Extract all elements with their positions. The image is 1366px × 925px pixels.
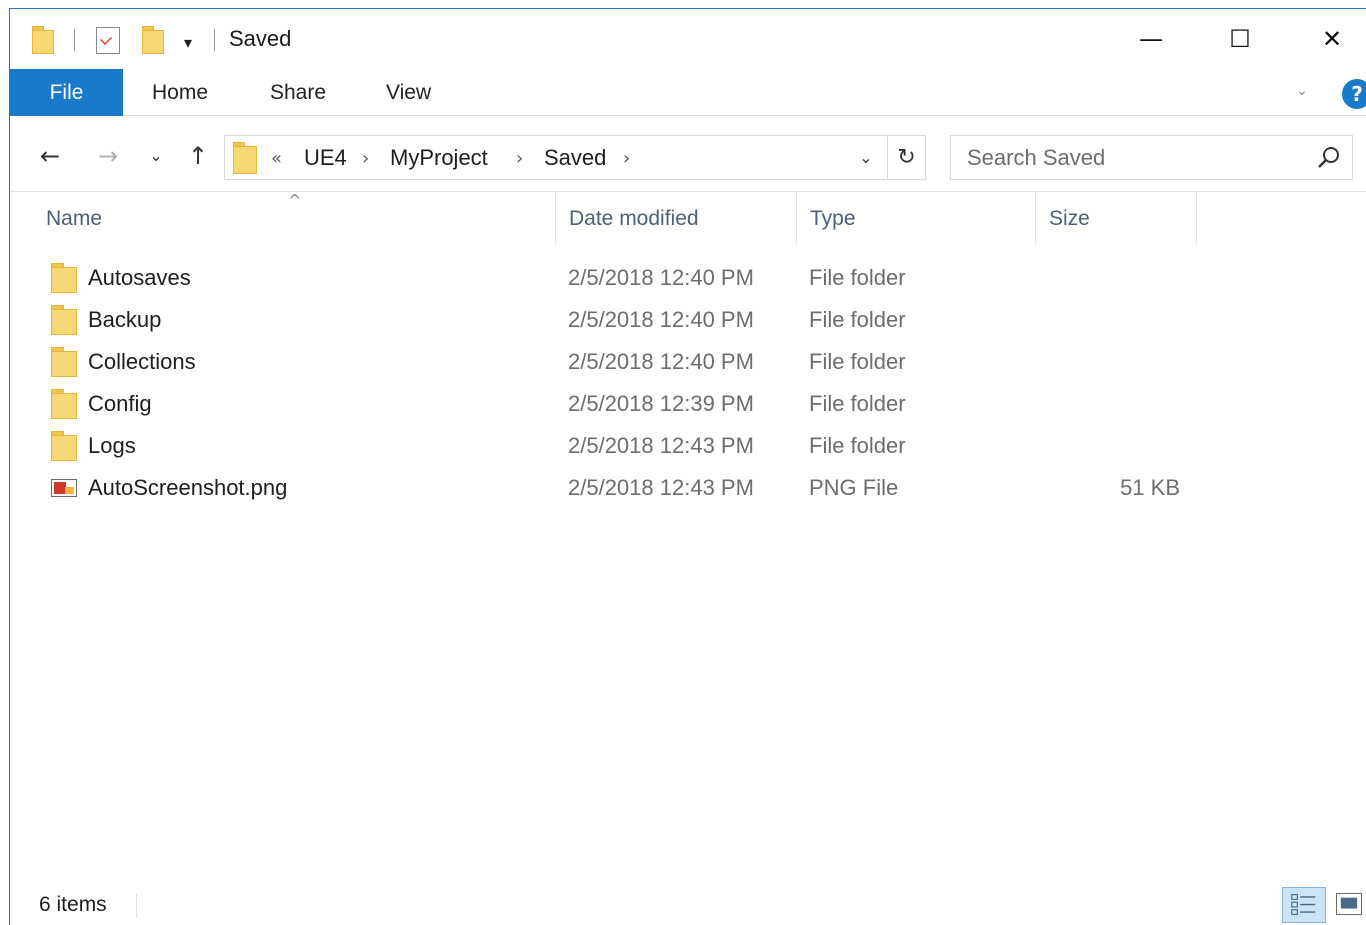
expand-ribbon-chevron-icon[interactable]: ⌄ bbox=[1292, 81, 1312, 101]
tab-share[interactable]: Share bbox=[270, 69, 326, 116]
refresh-button[interactable]: ↻ bbox=[887, 136, 925, 179]
search-input[interactable] bbox=[951, 136, 1311, 179]
file-size bbox=[1050, 383, 1180, 425]
folder-icon bbox=[51, 431, 77, 461]
tab-home[interactable]: Home bbox=[152, 69, 208, 116]
folder-icon bbox=[51, 305, 77, 335]
recent-locations-button[interactable]: ⌄ bbox=[138, 138, 174, 174]
breadcrumb-saved[interactable]: Saved bbox=[544, 144, 606, 172]
ribbon-tabs: File Home Share View ⌄ ? bbox=[10, 69, 1366, 116]
sort-ascending-icon: ^ bbox=[288, 191, 302, 210]
file-name: Backup bbox=[88, 307, 162, 332]
details-view-icon[interactable] bbox=[1282, 887, 1326, 923]
large-icons-view-icon[interactable] bbox=[1336, 893, 1362, 915]
folder-icon bbox=[233, 142, 257, 174]
back-button[interactable]: ← bbox=[32, 138, 68, 174]
folder-icon bbox=[51, 263, 77, 293]
file-name: Collections bbox=[88, 349, 196, 374]
file-date: 2/5/2018 12:43 PM bbox=[568, 433, 754, 458]
file-size bbox=[1050, 341, 1180, 383]
list-item[interactable]: Collections 2/5/2018 12:40 PM File folde… bbox=[10, 341, 1200, 383]
breadcrumb-separator[interactable]: › bbox=[516, 145, 523, 173]
file-type: File folder bbox=[809, 265, 906, 290]
list-item[interactable]: Logs 2/5/2018 12:43 PM File folder bbox=[10, 425, 1200, 467]
status-separator bbox=[136, 894, 137, 918]
quick-access-separator bbox=[74, 29, 75, 51]
maximize-button[interactable]: ☐ bbox=[1217, 17, 1263, 61]
address-history-dropdown[interactable]: ⌄ bbox=[853, 144, 879, 172]
customize-quick-access-dropdown[interactable]: ▾ bbox=[178, 33, 198, 53]
status-bar: 6 items bbox=[10, 884, 1366, 925]
file-size bbox=[1050, 257, 1180, 299]
breadcrumb-separator[interactable]: › bbox=[623, 145, 630, 173]
file-type: File folder bbox=[809, 433, 906, 458]
help-icon[interactable]: ? bbox=[1342, 79, 1366, 109]
title-separator bbox=[214, 29, 215, 51]
breadcrumb-separator[interactable]: › bbox=[362, 145, 369, 173]
list-item[interactable]: Backup 2/5/2018 12:40 PM File folder bbox=[10, 299, 1200, 341]
list-item[interactable]: AutoScreenshot.png 2/5/2018 12:43 PM PNG… bbox=[10, 467, 1200, 509]
file-type: File folder bbox=[809, 349, 906, 374]
navigation-bar: ← → ⌄ ↑ « UE4 › MyProject › Saved › ⌄ ↻ bbox=[10, 116, 1366, 192]
properties-icon[interactable] bbox=[96, 27, 120, 54]
file-name: Autosaves bbox=[88, 265, 191, 290]
file-name: Logs bbox=[88, 433, 136, 458]
column-header-size[interactable]: Size bbox=[1036, 193, 1196, 245]
forward-button[interactable]: → bbox=[90, 138, 126, 174]
column-headers: Name ^ Date modified Type Size bbox=[10, 191, 1366, 245]
folder-icon bbox=[51, 347, 77, 377]
title-bar: ▾ Saved — ☐ ✕ bbox=[10, 9, 1366, 69]
list-item[interactable]: Config 2/5/2018 12:39 PM File folder bbox=[10, 383, 1200, 425]
up-button[interactable]: ↑ bbox=[180, 138, 216, 174]
file-date: 2/5/2018 12:39 PM bbox=[568, 391, 754, 416]
window-title: Saved bbox=[229, 26, 292, 51]
png-file-icon bbox=[51, 473, 77, 503]
new-folder-icon[interactable] bbox=[142, 26, 164, 54]
search-box[interactable] bbox=[950, 135, 1353, 180]
file-date: 2/5/2018 12:40 PM bbox=[568, 349, 754, 374]
folder-icon bbox=[32, 26, 54, 54]
column-header-type[interactable]: Type bbox=[797, 193, 1035, 245]
file-name: Config bbox=[88, 391, 152, 416]
breadcrumb-myproject[interactable]: MyProject bbox=[390, 144, 488, 172]
folder-icon bbox=[51, 389, 77, 419]
column-divider[interactable] bbox=[1196, 193, 1197, 245]
tab-file[interactable]: File bbox=[10, 69, 123, 116]
file-type: PNG File bbox=[809, 475, 899, 500]
file-size: 51 KB bbox=[1120, 475, 1180, 500]
close-button[interactable]: ✕ bbox=[1309, 17, 1355, 61]
file-size bbox=[1050, 299, 1180, 341]
file-size bbox=[1050, 425, 1180, 467]
address-bar[interactable]: « UE4 › MyProject › Saved › ⌄ ↻ bbox=[224, 135, 926, 180]
breadcrumb-overflow[interactable]: « bbox=[271, 145, 282, 173]
file-type: File folder bbox=[809, 307, 906, 332]
column-header-date-modified[interactable]: Date modified bbox=[556, 193, 796, 245]
minimize-button[interactable]: — bbox=[1128, 17, 1174, 61]
file-date: 2/5/2018 12:43 PM bbox=[568, 475, 754, 500]
breadcrumb-ue4[interactable]: UE4 bbox=[304, 144, 347, 172]
file-type: File folder bbox=[809, 391, 906, 416]
tab-view[interactable]: View bbox=[386, 69, 431, 116]
file-date: 2/5/2018 12:40 PM bbox=[568, 307, 754, 332]
file-date: 2/5/2018 12:40 PM bbox=[568, 265, 754, 290]
file-name: AutoScreenshot.png bbox=[88, 475, 288, 500]
search-icon[interactable] bbox=[1316, 145, 1342, 171]
list-item[interactable]: Autosaves 2/5/2018 12:40 PM File folder bbox=[10, 257, 1200, 299]
explorer-window: ▾ Saved — ☐ ✕ File Home Share View ⌄ ? ←… bbox=[9, 8, 1366, 925]
item-count: 6 items bbox=[39, 893, 107, 916]
